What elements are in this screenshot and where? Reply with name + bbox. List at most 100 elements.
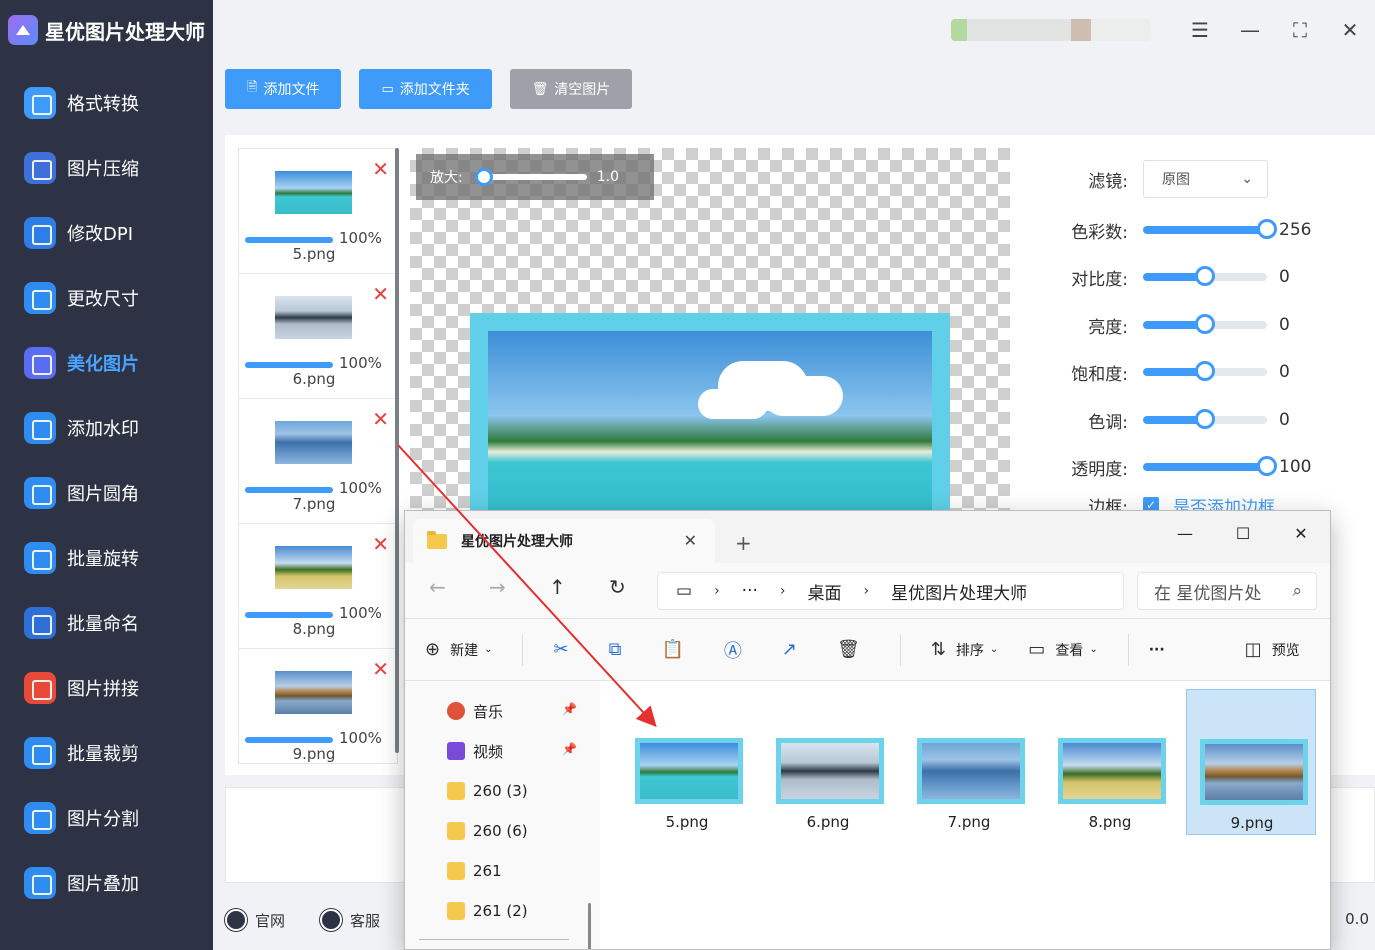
file-item[interactable]: 6.png <box>763 689 893 835</box>
delete-icon[interactable]: ✕ <box>372 282 389 306</box>
zoom-slider-knob[interactable] <box>474 168 493 186</box>
slider-track[interactable] <box>1143 361 1267 381</box>
close-button[interactable]: ✕ <box>1325 10 1375 50</box>
nav-pane-label: 音乐 <box>473 702 504 721</box>
sidebar-item[interactable]: 图片圆角 <box>0 460 213 525</box>
delete-icon[interactable]: ✕ <box>372 657 389 681</box>
slider-knob[interactable] <box>1195 361 1215 381</box>
sidebar-item[interactable]: 修改DPI <box>0 200 213 265</box>
sort-button[interactable]: ⇅ 排序 ⌄ <box>931 639 998 660</box>
minimize-button[interactable]: — <box>1225 10 1275 50</box>
maximize-button[interactable]: ⛶ <box>1275 10 1325 50</box>
sidebar-item[interactable]: 图片拼接 <box>0 655 213 720</box>
path-more[interactable]: ··· <box>742 581 758 601</box>
nav-pane-label: 261 (2) <box>473 902 528 920</box>
cut-button[interactable]: ✂ <box>553 639 578 660</box>
explorer-window-controls: — ☐ ✕ <box>1156 517 1330 549</box>
explorer-maximize-button[interactable]: ☐ <box>1214 517 1272 549</box>
search-input[interactable]: 在 星优图片处 ⌕ <box>1137 572 1317 610</box>
explorer-minimize-button[interactable]: — <box>1156 517 1214 549</box>
delete-icon[interactable]: ✕ <box>372 407 389 431</box>
slider-knob[interactable] <box>1195 266 1215 286</box>
delete-button[interactable]: 🗑 <box>837 639 870 660</box>
sidebar-item[interactable]: 添加水印 <box>0 395 213 460</box>
preview-pane-button[interactable]: ◫ 预览 <box>1245 639 1300 660</box>
slider-value: 0 <box>1279 410 1290 430</box>
sidebar-item[interactable]: 批量命名 <box>0 590 213 655</box>
tab-close-icon[interactable]: ✕ <box>684 531 697 550</box>
view-label: 查看 <box>1055 642 1084 659</box>
file-card[interactable]: ✕ 100% 8.png <box>239 524 397 649</box>
slider-track[interactable] <box>1143 219 1277 239</box>
service-link[interactable]: 客服 <box>320 909 380 931</box>
up-arrow-icon[interactable]: ↑ <box>549 575 566 599</box>
slider-track[interactable] <box>1143 456 1277 476</box>
sidebar-item[interactable]: 图片叠加 <box>0 850 213 915</box>
nav-pane-item[interactable]: 261 <box>447 859 577 883</box>
slider-knob[interactable] <box>1195 409 1215 429</box>
settings-sliders-icon[interactable]: ☰ <box>1175 10 1225 50</box>
file-item[interactable]: 7.png <box>904 689 1034 835</box>
nav-pane-item[interactable]: 261 (2) <box>447 899 577 923</box>
more-options-button[interactable]: ··· <box>1149 642 1165 658</box>
add-file-button[interactable]: 🗎 添加文件 <box>225 69 342 109</box>
service-label: 客服 <box>350 911 381 930</box>
slider-track[interactable] <box>1143 266 1267 286</box>
slider-knob[interactable] <box>1257 456 1277 476</box>
slider-label: 亮度: <box>1088 317 1128 338</box>
file-thumbnail <box>275 421 352 464</box>
filter-row: 滤镜: 原图 ⌄ <box>1038 159 1362 199</box>
file-item[interactable]: 9.png <box>1186 689 1316 835</box>
slider-knob[interactable] <box>1195 314 1215 334</box>
path-desktop[interactable]: 桌面 <box>808 579 842 604</box>
zoom-slider[interactable] <box>474 168 587 186</box>
file-item[interactable]: 5.png <box>622 689 752 835</box>
file-item[interactable]: 8.png <box>1045 689 1175 835</box>
sidebar-item[interactable]: 格式转换 <box>0 70 213 135</box>
sidebar-item[interactable]: 图片分割 <box>0 785 213 850</box>
sidebar-item[interactable]: 更改尺寸 <box>0 265 213 330</box>
explorer-tab[interactable]: 星优图片处理大师 ✕ <box>413 519 715 563</box>
nav-pane-item[interactable]: 音乐 📌 <box>447 699 577 723</box>
sidebar-item[interactable]: 批量旋转 <box>0 525 213 590</box>
clear-images-button[interactable]: 🗑 清空图片 <box>509 69 633 109</box>
view-button[interactable]: ▭ 查看 ⌄ <box>1028 639 1097 660</box>
filter-select[interactable]: 原图 ⌄ <box>1143 160 1268 198</box>
paste-button[interactable]: 📋 <box>661 639 693 660</box>
new-button[interactable]: ⊕ 新建 ⌄ <box>425 639 492 660</box>
beautify-icon <box>24 346 56 379</box>
slider-label: 透明度: <box>1071 459 1128 480</box>
delete-icon[interactable]: ✕ <box>372 157 389 181</box>
path-folder[interactable]: 星优图片处理大师 <box>891 579 1027 604</box>
file-card[interactable]: ✕ 100% 5.png <box>239 149 397 274</box>
file-name: 9.png <box>1230 814 1274 832</box>
sidebar-item[interactable]: 批量裁剪 <box>0 720 213 785</box>
add-folder-button[interactable]: ▭ 添加文件夹 <box>359 69 492 109</box>
file-list-scrollbar[interactable] <box>395 148 399 753</box>
explorer-close-button[interactable]: ✕ <box>1272 517 1330 549</box>
forward-arrow-icon[interactable]: → <box>489 575 506 599</box>
back-arrow-icon[interactable]: ← <box>429 575 446 599</box>
new-tab-button[interactable]: + <box>735 531 752 555</box>
nav-pane-item[interactable]: 260 (6) <box>447 819 577 843</box>
user-avatar-blurred[interactable] <box>951 19 1151 41</box>
slider-track[interactable] <box>1143 314 1267 334</box>
share-button[interactable]: ↗ <box>782 639 807 660</box>
slider-track[interactable] <box>1143 409 1267 429</box>
rename-button[interactable]: Ⓐ <box>724 637 752 663</box>
refresh-icon[interactable]: ↻ <box>609 575 626 599</box>
nav-pane-scrollbar[interactable] <box>588 903 591 949</box>
copy-button[interactable]: ⧉ <box>609 639 632 660</box>
address-box[interactable]: ▭ › ··· › 桌面 › 星优图片处理大师 <box>657 572 1124 610</box>
file-card[interactable]: ✕ 100% 9.png <box>239 649 397 763</box>
nav-pane-item[interactable]: 视频 📌 <box>447 739 577 763</box>
website-link[interactable]: 官网 <box>225 909 285 931</box>
slider-knob[interactable] <box>1257 219 1277 239</box>
sidebar-item[interactable]: 美化图片 <box>0 330 213 395</box>
chevron-right-icon: › <box>714 583 720 599</box>
file-card[interactable]: ✕ 100% 7.png <box>239 399 397 524</box>
file-card[interactable]: ✕ 100% 6.png <box>239 274 397 399</box>
delete-icon[interactable]: ✕ <box>372 532 389 556</box>
sidebar-item[interactable]: 图片压缩 <box>0 135 213 200</box>
nav-pane-item[interactable]: 260 (3) <box>447 779 577 803</box>
